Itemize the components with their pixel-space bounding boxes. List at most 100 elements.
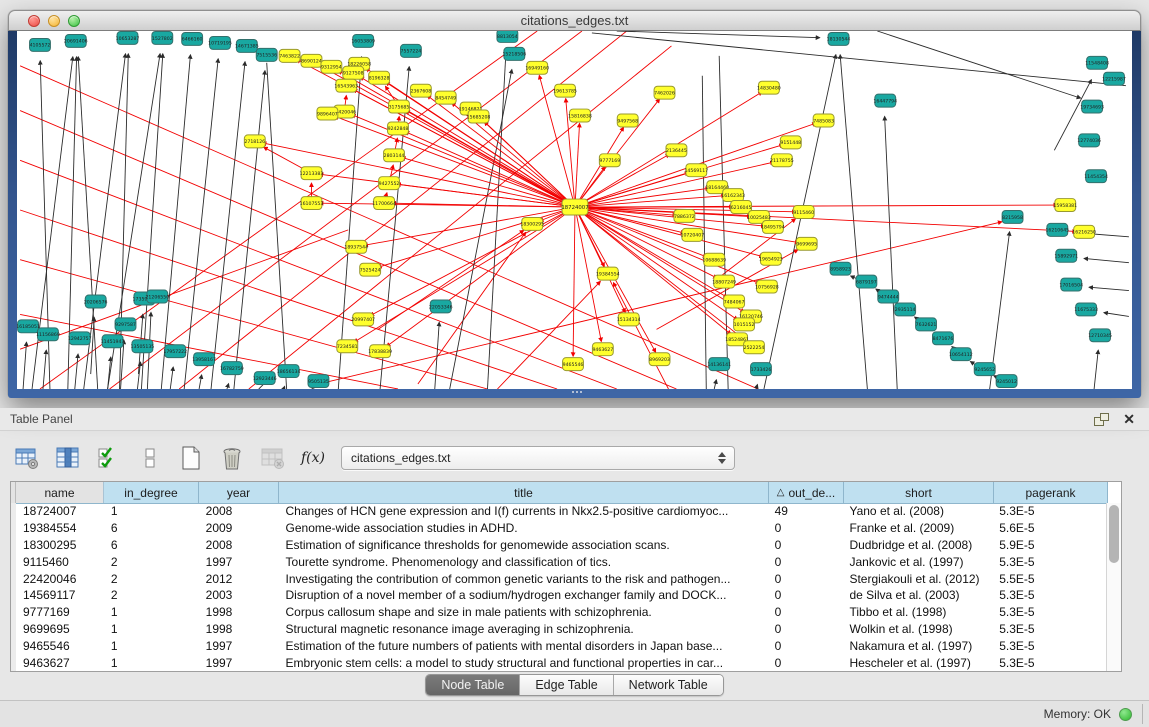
graph-node[interactable]: 15816838 [568, 109, 592, 122]
table-selector-dropdown[interactable]: citations_edges.txt [341, 446, 735, 470]
graph-node[interactable]: 15218506 [502, 47, 526, 60]
graph-node[interactable]: 9699695 [796, 237, 817, 250]
graph-node[interactable]: 4105572 [30, 38, 51, 51]
graph-node[interactable]: 18807249 [712, 275, 736, 288]
graph-node[interactable]: 7462026 [654, 86, 675, 99]
graph-node[interactable]: 7515536 [256, 48, 277, 61]
graph-node[interactable]: 18300295 [520, 217, 544, 230]
graph-node[interactable]: 16210645 [1045, 223, 1069, 236]
graph-node[interactable]: 15958381 [1053, 199, 1077, 212]
graph-node[interactable]: 10756928 [755, 280, 779, 293]
graph-node[interactable]: 16107553 [300, 197, 324, 210]
graph-node[interactable]: 10654112 [949, 348, 973, 361]
graph-node[interactable]: 11548408 [1085, 56, 1109, 69]
graph-node[interactable]: 7632621 [916, 318, 937, 331]
column-header-year[interactable]: year [199, 482, 279, 503]
graph-node[interactable]: 18130544 [827, 32, 851, 45]
table-row[interactable]: 946362711997Embryonic stem cells: a mode… [11, 654, 1106, 671]
graph-node[interactable]: 12710345 [1088, 329, 1112, 342]
vertical-scrollbar[interactable] [1106, 503, 1121, 671]
graph-node[interactable]: 15892971 [1054, 249, 1078, 262]
graph-node[interactable]: 9474444 [878, 290, 899, 303]
memory-status-icon[interactable] [1119, 708, 1132, 721]
graph-node[interactable]: 22053346 [429, 300, 453, 313]
graph-node[interactable]: 1527802 [152, 31, 173, 44]
new-document-icon[interactable] [177, 444, 205, 472]
column-header-pagerank[interactable]: pagerank [994, 482, 1108, 503]
graph-node[interactable]: 7484067 [724, 295, 745, 308]
graph-node[interactable]: 16782759 [220, 362, 244, 375]
column-header-short[interactable]: short [844, 482, 994, 503]
delete-table-icon[interactable] [259, 444, 287, 472]
graph-node[interactable]: 17838839 [368, 345, 392, 358]
graph-node[interactable]: 12213383 [300, 167, 324, 180]
table-row[interactable]: 1938455462009Genome-wide association stu… [11, 520, 1106, 537]
graph-node[interactable]: 9896407 [317, 107, 338, 120]
graph-node[interactable]: 9245012 [996, 375, 1017, 388]
graph-node[interactable]: 8958923 [830, 262, 851, 275]
graph-node[interactable]: 2803144 [384, 149, 405, 162]
rows-icon[interactable] [136, 444, 164, 472]
graph-node[interactable]: 15134314 [617, 313, 641, 326]
graph-node[interactable]: 9115460 [793, 206, 814, 219]
graph-node[interactable]: 16543963 [334, 79, 358, 92]
float-panel-icon[interactable] [1094, 413, 1109, 426]
graph-node[interactable]: 7525424 [360, 263, 381, 276]
graph-node[interactable]: 7485083 [813, 114, 834, 127]
graph-node[interactable]: 11451947 [101, 335, 125, 348]
graph-node[interactable]: 2935114 [895, 303, 916, 316]
graph-node[interactable]: 19384554 [596, 267, 620, 280]
graph-node[interactable]: 14569117 [684, 164, 708, 177]
graph-node[interactable]: 9297587 [115, 318, 136, 331]
graph-node[interactable]: 9151448 [780, 136, 801, 149]
graph-node[interactable]: 16949160 [525, 61, 549, 74]
graph-node[interactable]: 16185051 [17, 320, 40, 333]
graph-node[interactable]: 19613785 [553, 84, 577, 97]
graph-node[interactable]: 11675333 [1074, 303, 1098, 316]
graph-node[interactable]: 18724007 [561, 199, 588, 215]
graph-node[interactable]: 20691406 [64, 34, 88, 47]
trash-icon[interactable] [218, 444, 246, 472]
graph-node[interactable]: 7463822 [279, 49, 300, 62]
graph-node[interactable]: 19654923 [759, 252, 783, 265]
graph-node[interactable]: 9312954 [321, 60, 342, 73]
graph-node[interactable]: 11156869 [36, 328, 60, 341]
table-row[interactable]: 969969511998Structural magnetic resonanc… [11, 621, 1106, 638]
graph-node[interactable]: 1015152 [734, 318, 755, 331]
column-header-name[interactable]: name [16, 482, 104, 503]
graph-node[interactable]: 8454749 [435, 91, 456, 104]
close-window-icon[interactable] [28, 15, 40, 27]
graph-node[interactable]: 14671385 [235, 39, 259, 52]
graph-node[interactable]: 13958167 [192, 353, 216, 366]
graph-node[interactable]: 16053809 [351, 34, 375, 47]
graph-node[interactable]: 10688639 [702, 253, 726, 266]
column-header-title[interactable]: title [279, 482, 769, 503]
table-row[interactable]: 911546021997Tourette syndrome. Phenomeno… [11, 553, 1106, 570]
network-canvas-container[interactable]: 4105572206914061065328715278026466160107… [17, 31, 1132, 389]
graph-node[interactable]: 9242848 [388, 122, 409, 135]
graph-node[interactable]: 14830480 [757, 81, 781, 94]
graph-node[interactable]: 10719195 [208, 36, 232, 49]
graph-node[interactable]: 21206550 [145, 290, 169, 303]
row-selection-icon[interactable] [95, 444, 123, 472]
graph-node[interactable]: 9463627 [592, 343, 613, 356]
table-row[interactable]: 2242004622012Investigating the contribut… [11, 570, 1106, 587]
graph-node[interactable]: 2136445 [666, 144, 687, 157]
graph-node[interactable]: 18937544 [344, 240, 368, 253]
graph-node[interactable]: 2367608 [410, 84, 431, 97]
graph-node[interactable]: 16447794 [873, 94, 897, 107]
graph-node[interactable]: 9245652 [974, 363, 995, 376]
graph-node[interactable]: 12215987 [1102, 72, 1126, 85]
column-header-in-degree[interactable]: in_degree [104, 482, 199, 503]
graph-node[interactable]: 7886372 [674, 210, 695, 223]
graph-node[interactable]: 6879197 [856, 275, 877, 288]
graph-node[interactable]: 8690124 [301, 54, 322, 67]
graph-node[interactable]: 9427552 [379, 177, 400, 190]
graph-node[interactable]: 8813054 [497, 31, 518, 42]
graph-node[interactable]: 8471676 [933, 332, 954, 345]
graph-node[interactable]: 2522254 [744, 341, 765, 354]
graph-node[interactable]: 16162343 [721, 189, 745, 202]
graph-node[interactable]: 9497568 [617, 114, 638, 127]
graph-node[interactable]: 15685208 [467, 110, 491, 123]
column-header-out-de-[interactable]: △out_de... [769, 482, 844, 503]
